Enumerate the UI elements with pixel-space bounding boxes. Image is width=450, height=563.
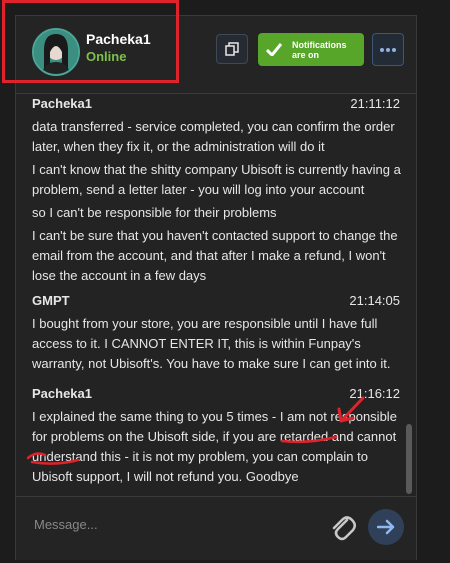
message-time: 21:16:12: [349, 386, 400, 401]
message-time: 21:14:05: [349, 293, 400, 308]
message-text: so I can't be responsible for their prob…: [32, 205, 277, 220]
send-button[interactable]: [368, 509, 404, 545]
message-input[interactable]: Message...: [34, 517, 98, 532]
message: Pacheka1 21:16:12 I explained the same t…: [32, 386, 402, 487]
message-author: Pacheka1: [32, 96, 92, 111]
copy-icon: [225, 42, 239, 56]
arrow-right-icon: [377, 519, 395, 535]
message-composer: Message...: [16, 496, 416, 560]
message-time: 21:11:12: [350, 96, 400, 111]
notifications-label-line1: Notifications: [292, 39, 347, 50]
notifications-label-line2: are on: [292, 49, 320, 60]
message: GMPT 21:14:05 I bought from your store, …: [32, 293, 402, 374]
notifications-toggle-button[interactable]: Notifications are on: [258, 33, 364, 66]
username[interactable]: Pacheka1: [86, 31, 151, 47]
copy-button[interactable]: [216, 34, 248, 64]
scrollbar[interactable]: [406, 424, 412, 494]
attach-button[interactable]: [330, 512, 356, 544]
message-text: data transferred - service completed, yo…: [32, 119, 395, 154]
chat-header: Pacheka1 Online Notifications are on: [16, 16, 416, 94]
message-author: GMPT: [32, 293, 70, 308]
message-text: I bought from your store, you are respon…: [32, 316, 391, 371]
message-text: I can't be sure that you haven't contact…: [32, 228, 398, 283]
paperclip-icon: [332, 516, 356, 541]
message-text: I can't know that the shitty company Ubi…: [32, 162, 401, 197]
avatar-image: [34, 30, 78, 74]
more-options-button[interactable]: [372, 33, 404, 66]
checkmark-icon: [266, 43, 282, 56]
online-status: Online: [86, 49, 127, 64]
chat-panel: Pacheka1 Online Notifications are on Pac…: [15, 15, 417, 560]
message: Pacheka1 21:11:12 data transferred - ser…: [32, 96, 402, 286]
more-dots-icon: [380, 47, 396, 52]
message-author: Pacheka1: [32, 386, 92, 401]
message-list[interactable]: Pacheka1 21:11:12 data transferred - ser…: [16, 94, 416, 494]
avatar[interactable]: [32, 28, 80, 76]
notifications-label: Notifications are on: [292, 40, 347, 60]
message-text: I explained the same thing to you 5 time…: [32, 409, 397, 484]
